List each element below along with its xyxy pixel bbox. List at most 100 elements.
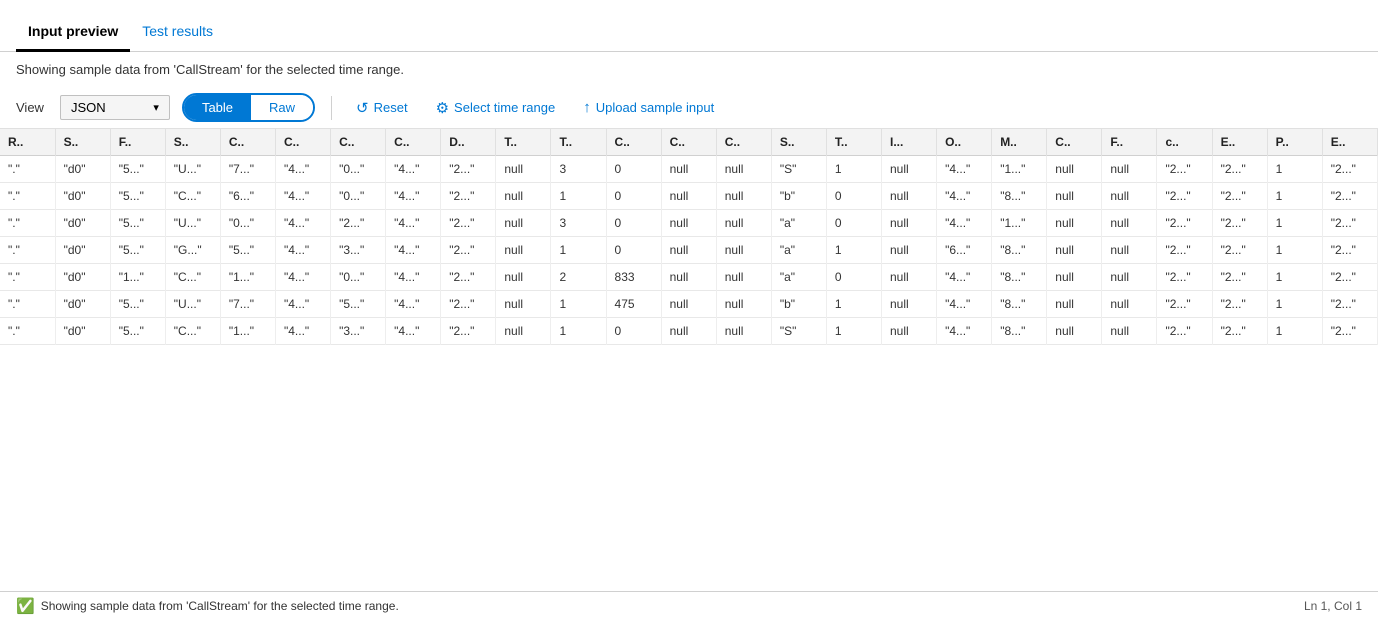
reset-button[interactable]: ↺ Reset	[348, 95, 416, 121]
table-cell-4-17: "4..."	[937, 264, 992, 291]
table-cell-6-3: "C..."	[165, 318, 220, 345]
toolbar-divider	[331, 96, 332, 120]
table-cell-1-16: null	[882, 183, 937, 210]
table-cell-1-12: null	[661, 183, 716, 210]
table-cell-0-22: "2..."	[1212, 156, 1267, 183]
table-cell-6-0: "."	[0, 318, 55, 345]
col-header-7: C..	[386, 129, 441, 156]
table-cell-4-5: "4..."	[275, 264, 330, 291]
status-bar: ✅ Showing sample data from 'CallStream' …	[0, 591, 1378, 619]
table-cell-0-9: null	[496, 156, 551, 183]
reset-icon: ↺	[356, 99, 369, 117]
table-cell-2-22: "2..."	[1212, 210, 1267, 237]
data-table: R..S..F..S..C..C..C..C..D..T..T..C..C..C…	[0, 129, 1378, 345]
table-cell-6-13: null	[716, 318, 771, 345]
table-cell-3-21: "2..."	[1157, 237, 1212, 264]
table-cell-0-12: null	[661, 156, 716, 183]
table-cell-6-8: "2..."	[441, 318, 496, 345]
table-cell-3-24: "2..."	[1322, 237, 1377, 264]
upload-sample-button[interactable]: ↑ Upload sample input	[575, 95, 722, 120]
table-cell-0-3: "U..."	[165, 156, 220, 183]
select-time-range-button[interactable]: ⚙ Select time range	[428, 95, 564, 121]
table-cell-1-24: "2..."	[1322, 183, 1377, 210]
table-cell-3-13: null	[716, 237, 771, 264]
col-header-5: C..	[275, 129, 330, 156]
tab-input-preview[interactable]: Input preview	[16, 13, 130, 52]
table-cell-0-10: 3	[551, 156, 606, 183]
toggle-raw-button[interactable]: Raw	[251, 95, 313, 120]
chevron-down-icon: ▾	[153, 101, 159, 114]
view-select-dropdown[interactable]: JSON ▾	[60, 95, 170, 120]
table-cell-6-21: "2..."	[1157, 318, 1212, 345]
col-header-24: E..	[1322, 129, 1377, 156]
table-cell-6-12: null	[661, 318, 716, 345]
table-cell-6-14: "S"	[771, 318, 826, 345]
table-cell-1-22: "2..."	[1212, 183, 1267, 210]
col-header-16: I...	[882, 129, 937, 156]
table-cell-3-14: "a"	[771, 237, 826, 264]
table-cell-1-17: "4..."	[937, 183, 992, 210]
table-cell-2-20: null	[1102, 210, 1157, 237]
table-cell-5-9: null	[496, 291, 551, 318]
gear-icon: ⚙	[436, 99, 449, 117]
tab-test-results[interactable]: Test results	[130, 13, 225, 52]
table-cell-6-6: "3..."	[331, 318, 386, 345]
data-table-container[interactable]: R..S..F..S..C..C..C..C..D..T..T..C..C..C…	[0, 128, 1378, 591]
table-cell-1-10: 1	[551, 183, 606, 210]
table-cell-0-6: "0..."	[331, 156, 386, 183]
table-cell-3-5: "4..."	[275, 237, 330, 264]
col-header-10: T..	[551, 129, 606, 156]
table-cell-1-11: 0	[606, 183, 661, 210]
table-cell-5-8: "2..."	[441, 291, 496, 318]
table-cell-2-6: "2..."	[331, 210, 386, 237]
check-circle-icon: ✅	[16, 597, 35, 615]
table-cell-5-10: 1	[551, 291, 606, 318]
table-cell-5-22: "2..."	[1212, 291, 1267, 318]
subtitle-text: Showing sample data from 'CallStream' fo…	[16, 62, 404, 77]
table-cell-6-16: null	[882, 318, 937, 345]
col-header-17: O..	[937, 129, 992, 156]
table-cell-4-1: "d0"	[55, 264, 110, 291]
table-cell-6-24: "2..."	[1322, 318, 1377, 345]
table-cell-6-7: "4..."	[386, 318, 441, 345]
view-label: View	[16, 100, 44, 115]
table-row: ".""d0""1...""C...""1...""4...""0...""4.…	[0, 264, 1378, 291]
table-cell-5-7: "4..."	[386, 291, 441, 318]
table-cell-0-2: "5..."	[110, 156, 165, 183]
col-header-18: M..	[992, 129, 1047, 156]
table-cell-4-6: "0..."	[331, 264, 386, 291]
table-cell-2-10: 3	[551, 210, 606, 237]
table-cell-5-24: "2..."	[1322, 291, 1377, 318]
table-cell-0-4: "7..."	[220, 156, 275, 183]
table-cell-3-15: 1	[826, 237, 881, 264]
table-cell-2-12: null	[661, 210, 716, 237]
col-header-23: P..	[1267, 129, 1322, 156]
table-cell-4-12: null	[661, 264, 716, 291]
table-cell-6-20: null	[1102, 318, 1157, 345]
table-cell-2-3: "U..."	[165, 210, 220, 237]
table-cell-4-24: "2..."	[1322, 264, 1377, 291]
toggle-table-button[interactable]: Table	[184, 95, 251, 120]
table-cell-5-17: "4..."	[937, 291, 992, 318]
table-row: ".""d0""5...""U...""7...""4...""5...""4.…	[0, 291, 1378, 318]
table-cell-6-17: "4..."	[937, 318, 992, 345]
status-position: Ln 1, Col 1	[1304, 599, 1362, 613]
table-cell-4-2: "1..."	[110, 264, 165, 291]
table-cell-3-16: null	[882, 237, 937, 264]
table-cell-5-1: "d0"	[55, 291, 110, 318]
table-cell-2-4: "0..."	[220, 210, 275, 237]
table-cell-0-7: "4..."	[386, 156, 441, 183]
table-cell-5-3: "U..."	[165, 291, 220, 318]
col-header-4: C..	[220, 129, 275, 156]
table-cell-5-6: "5..."	[331, 291, 386, 318]
table-row: ".""d0""5...""C...""1...""4...""3...""4.…	[0, 318, 1378, 345]
reset-label: Reset	[374, 100, 408, 115]
table-cell-2-18: "1..."	[992, 210, 1047, 237]
col-header-8: D..	[441, 129, 496, 156]
table-cell-1-14: "b"	[771, 183, 826, 210]
table-cell-0-0: "."	[0, 156, 55, 183]
col-header-19: C..	[1047, 129, 1102, 156]
table-cell-5-15: 1	[826, 291, 881, 318]
table-cell-1-13: null	[716, 183, 771, 210]
table-cell-3-23: 1	[1267, 237, 1322, 264]
